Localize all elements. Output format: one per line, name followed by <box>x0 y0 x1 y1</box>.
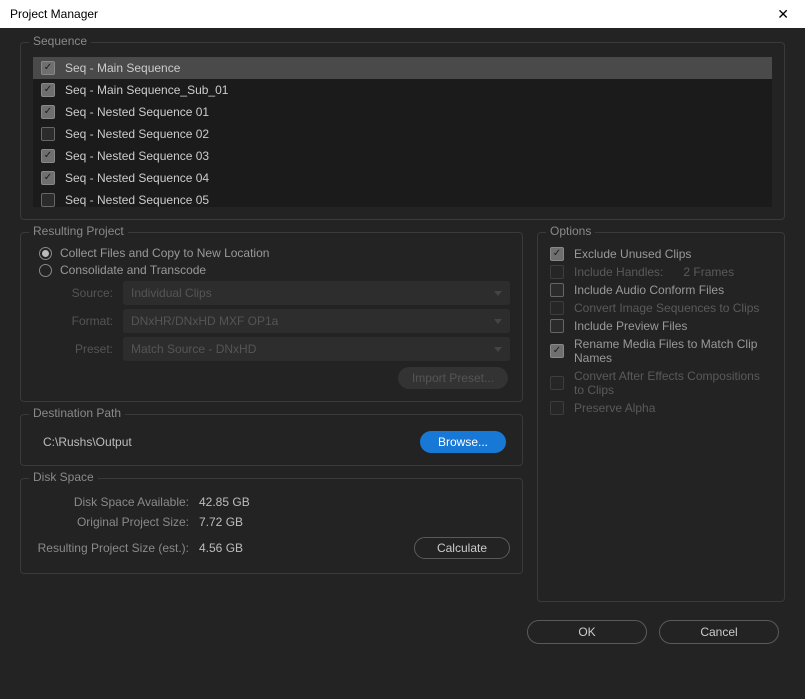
calculate-button[interactable]: Calculate <box>414 537 510 559</box>
sequence-item-label: Seq - Nested Sequence 02 <box>65 127 209 141</box>
original-size-label: Original Project Size: <box>33 515 189 529</box>
sequence-row[interactable]: Seq - Nested Sequence 03 <box>33 145 772 167</box>
preset-label: Preset: <box>51 342 113 356</box>
checkbox[interactable] <box>550 247 564 261</box>
checkbox[interactable] <box>550 319 564 333</box>
sequence-row[interactable]: Seq - Main Sequence_Sub_01 <box>33 79 772 101</box>
resulting-project-fieldset: Resulting Project Collect Files and Copy… <box>20 232 523 402</box>
preset-dropdown: Match Source - DNxHD <box>123 337 510 361</box>
sequence-fieldset: Sequence Seq - Main SequenceSeq - Main S… <box>20 42 785 220</box>
resulting-size-label: Resulting Project Size (est.): <box>33 541 189 555</box>
sequence-row[interactable]: Seq - Nested Sequence 02 <box>33 123 772 145</box>
options-label: Options <box>546 224 595 238</box>
option-row: Convert Image Sequences to Clips <box>550 301 772 315</box>
checkbox[interactable] <box>550 283 564 297</box>
checkbox[interactable] <box>41 105 55 119</box>
option-label: Exclude Unused Clips <box>574 247 691 261</box>
source-dropdown: Individual Clips <box>123 281 510 305</box>
destination-label: Destination Path <box>29 406 125 420</box>
option-label: Convert Image Sequences to Clips <box>574 301 759 315</box>
sequence-row[interactable]: Seq - Nested Sequence 01 <box>33 101 772 123</box>
ok-button[interactable]: OK <box>527 620 647 644</box>
option-label: Include Audio Conform Files <box>574 283 724 297</box>
options-fieldset: Options Exclude Unused ClipsInclude Hand… <box>537 232 785 602</box>
sequence-item-label: Seq - Nested Sequence 05 <box>65 193 209 207</box>
checkbox <box>550 301 564 315</box>
source-label: Source: <box>51 286 113 300</box>
disk-available-value: 42.85 GB <box>199 495 250 509</box>
option-suffix: 2 Frames <box>683 265 734 279</box>
disk-space-label: Disk Space <box>29 470 98 484</box>
sequence-item-label: Seq - Nested Sequence 01 <box>65 105 209 119</box>
option-row: Preserve Alpha <box>550 401 772 415</box>
checkbox[interactable] <box>41 193 55 207</box>
radio-collect-files[interactable]: Collect Files and Copy to New Location <box>39 246 510 260</box>
option-row[interactable]: Rename Media Files to Match Clip Names <box>550 337 772 365</box>
option-label: Convert After Effects Compositions to Cl… <box>574 369 772 397</box>
disk-space-fieldset: Disk Space Disk Space Available: 42.85 G… <box>20 478 523 574</box>
checkbox[interactable] <box>550 344 564 358</box>
option-row[interactable]: Include Preview Files <box>550 319 772 333</box>
sequence-row[interactable]: Seq - Main Sequence <box>33 57 772 79</box>
titlebar: Project Manager ✕ <box>0 0 805 28</box>
option-label: Include Handles: <box>574 265 663 279</box>
original-size-value: 7.72 GB <box>199 515 243 529</box>
radio-consolidate-label: Consolidate and Transcode <box>60 263 206 277</box>
radio-consolidate[interactable]: Consolidate and Transcode <box>39 263 510 277</box>
content-area: Sequence Seq - Main SequenceSeq - Main S… <box>0 28 805 660</box>
resulting-size-value: 4.56 GB <box>199 541 243 555</box>
sequence-item-label: Seq - Main Sequence_Sub_01 <box>65 83 228 97</box>
format-dropdown: DNxHR/DNxHD MXF OP1a <box>123 309 510 333</box>
option-row[interactable]: Exclude Unused Clips <box>550 247 772 261</box>
radio-collect-label: Collect Files and Copy to New Location <box>60 246 269 260</box>
import-preset-button: Import Preset... <box>398 367 508 389</box>
destination-path: C:\Rushs\Output <box>43 435 132 449</box>
checkbox <box>550 376 564 390</box>
resulting-project-label: Resulting Project <box>29 224 128 238</box>
checkbox <box>550 265 564 279</box>
sequence-item-label: Seq - Main Sequence <box>65 61 180 75</box>
sequence-row[interactable]: Seq - Nested Sequence 04 <box>33 167 772 189</box>
option-label: Include Preview Files <box>574 319 687 333</box>
checkbox[interactable] <box>41 127 55 141</box>
close-icon[interactable]: ✕ <box>771 4 795 25</box>
browse-button[interactable]: Browse... <box>420 431 506 453</box>
radio-icon <box>39 247 52 260</box>
option-label: Rename Media Files to Match Clip Names <box>574 337 772 365</box>
radio-icon <box>39 264 52 277</box>
sequence-row[interactable]: Seq - Nested Sequence 05 <box>33 189 772 207</box>
checkbox <box>550 401 564 415</box>
disk-available-label: Disk Space Available: <box>33 495 189 509</box>
destination-fieldset: Destination Path C:\Rushs\Output Browse.… <box>20 414 523 466</box>
option-row: Convert After Effects Compositions to Cl… <box>550 369 772 397</box>
checkbox[interactable] <box>41 61 55 75</box>
sequence-item-label: Seq - Nested Sequence 03 <box>65 149 209 163</box>
window-title: Project Manager <box>10 7 98 21</box>
option-row[interactable]: Include Audio Conform Files <box>550 283 772 297</box>
format-label: Format: <box>51 314 113 328</box>
option-label: Preserve Alpha <box>574 401 655 415</box>
cancel-button[interactable]: Cancel <box>659 620 779 644</box>
dialog-footer: OK Cancel <box>20 620 785 644</box>
sequence-label: Sequence <box>29 34 91 48</box>
checkbox[interactable] <box>41 171 55 185</box>
checkbox[interactable] <box>41 83 55 97</box>
sequence-list[interactable]: Seq - Main Sequence Seq - Main Sequence_S… <box>33 57 772 207</box>
checkbox[interactable] <box>41 149 55 163</box>
option-row: Include Handles: 2 Frames <box>550 265 772 279</box>
sequence-item-label: Seq - Nested Sequence 04 <box>65 171 209 185</box>
